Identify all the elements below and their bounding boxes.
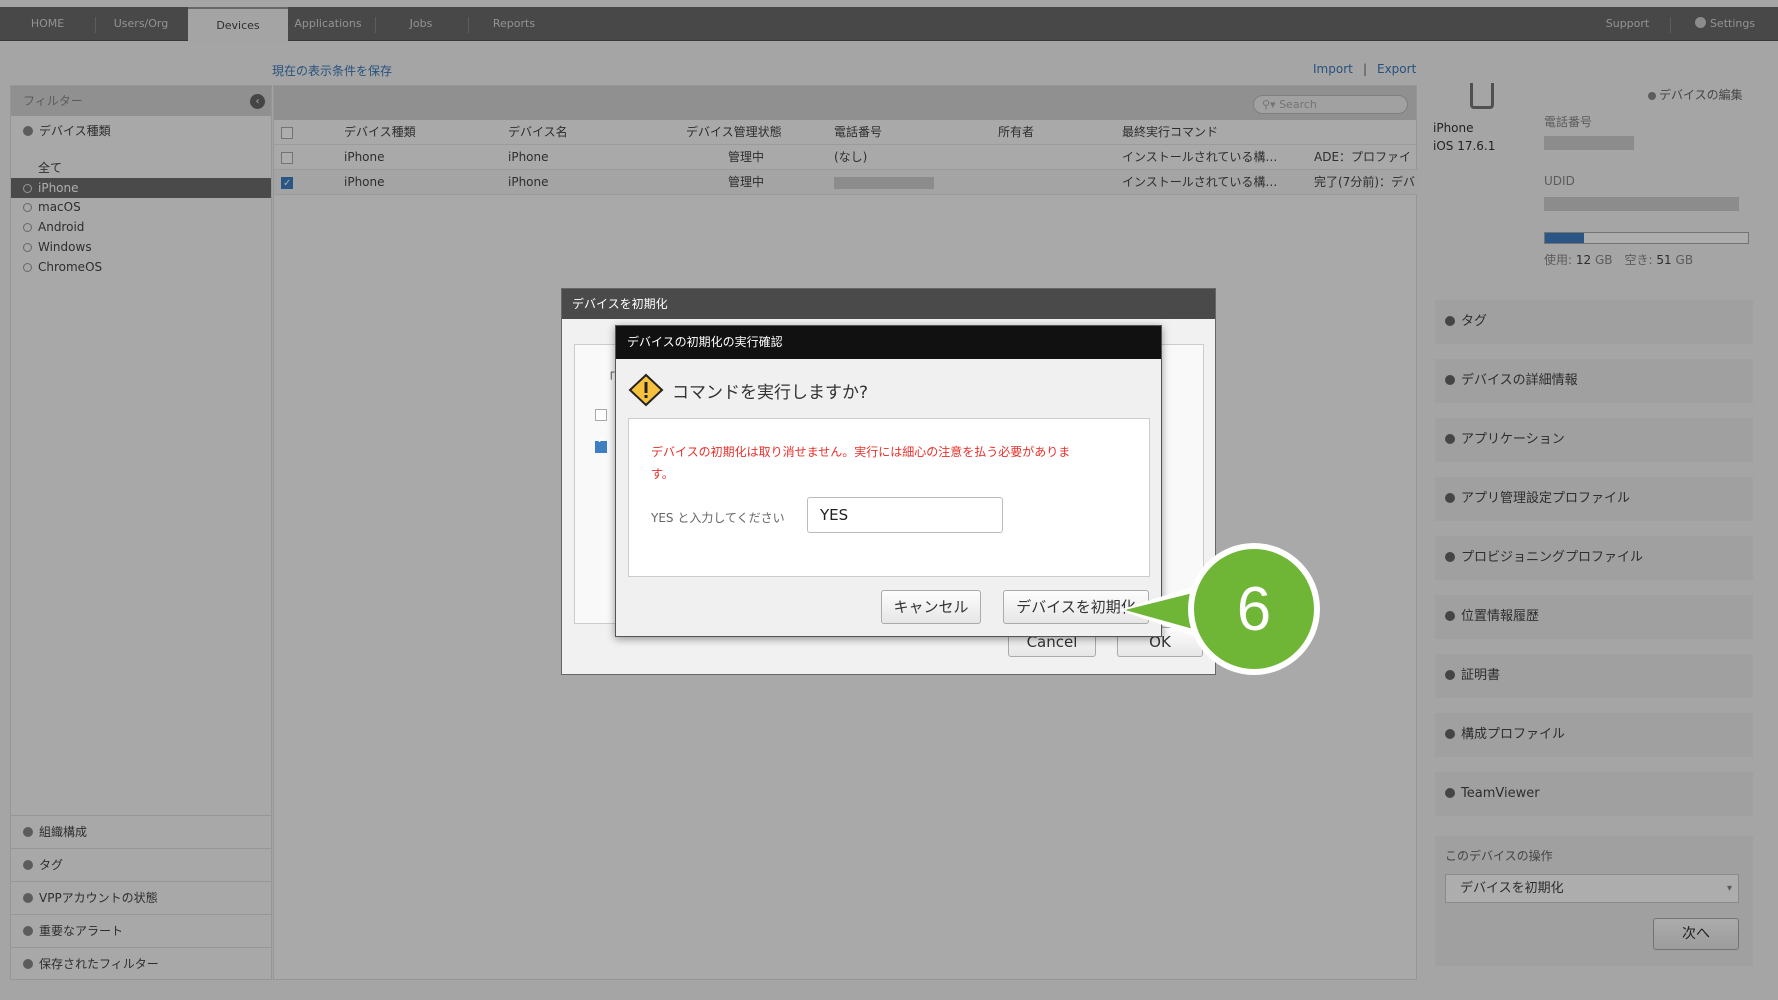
app-window: HOME Users/Org Devices Applications Jobs… xyxy=(0,0,1778,1000)
option-checkbox-checked[interactable] xyxy=(595,435,607,453)
confirm-message-box: デバイスの初期化は取り消せません。実行には細心の注意を払う必要がありま す。 Y… xyxy=(628,418,1150,577)
confirm-dialog-title: デバイスの初期化の実行確認 xyxy=(616,326,1161,359)
option-checkbox[interactable] xyxy=(595,409,607,421)
reset-dialog-title: デバイスを初期化 xyxy=(562,289,1215,319)
confirm-question: コマンドを実行しますか? xyxy=(672,383,869,403)
cancel-confirm-button[interactable]: キャンセル xyxy=(881,590,981,624)
warning-line-1: デバイスの初期化は取り消せません。実行には細心の注意を払う必要がありま xyxy=(651,445,1071,459)
confirm-dialog: デバイスの初期化の実行確認 コマンドを実行しますか? デバイスの初期化は取り消せ… xyxy=(615,325,1162,637)
warning-icon xyxy=(628,373,664,407)
step-callout: 6 xyxy=(1119,543,1320,675)
irreversible-warning: デバイスの初期化は取り消せません。実行には細心の注意を払う必要がありま す。 xyxy=(651,441,1131,485)
yes-input-label: YES と入力してください xyxy=(651,511,785,525)
step-number: 6 xyxy=(1237,575,1271,644)
warning-line-2: す。 xyxy=(651,467,674,481)
yes-confirm-field[interactable]: YES xyxy=(807,497,1003,533)
